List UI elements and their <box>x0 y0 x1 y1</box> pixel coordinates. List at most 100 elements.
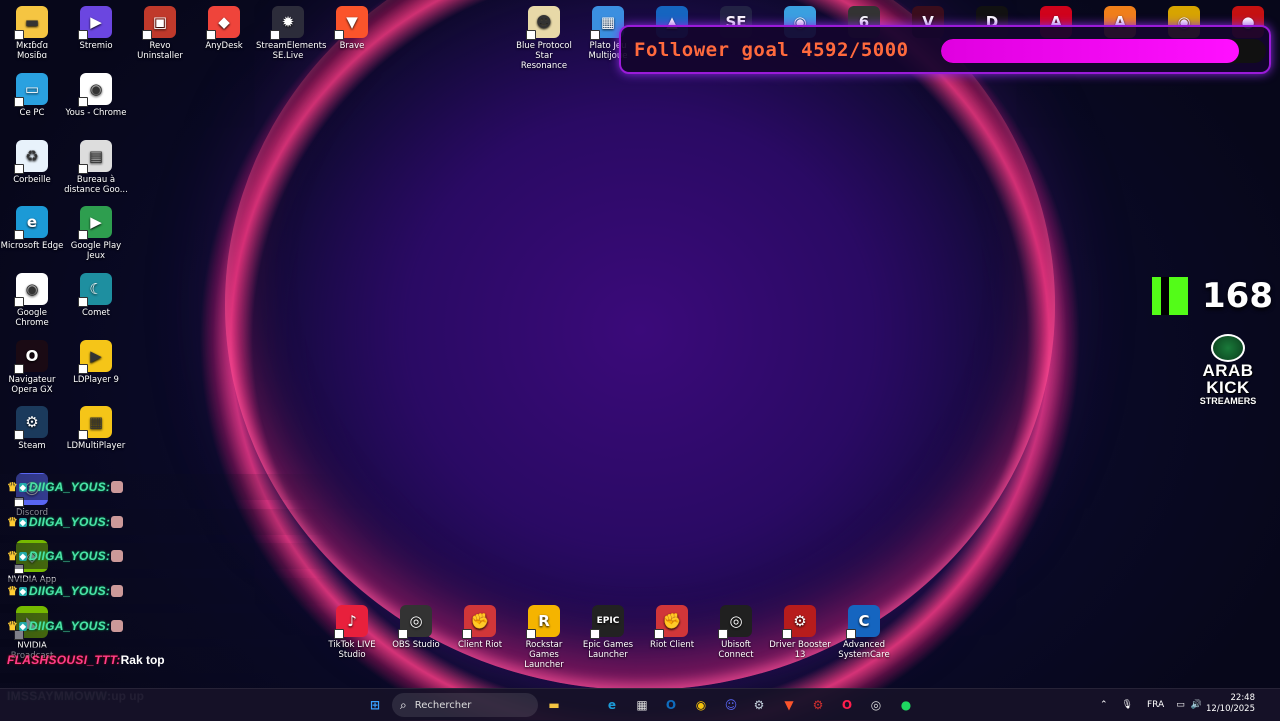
discord-icon[interactable]: ☺ <box>719 693 743 717</box>
chat-badge-icon: ◆ <box>18 482 27 492</box>
desktop-shortcut-label: Revo Uninstaller <box>137 41 183 61</box>
steam-icon[interactable]: ⚙ <box>747 693 771 717</box>
chat-message: ♛ ◆ DIIGA_YOUS: <box>7 515 124 529</box>
advanced-systemcare-icon: C <box>846 605 880 639</box>
chrome-icon: ◉ <box>14 273 48 307</box>
this-pc-icon: ▭ <box>14 73 48 107</box>
desktop-shortcut[interactable]: ▶ LDPlayer 9 <box>64 340 128 385</box>
taskbar-search-box[interactable]: ⌕ Rechercher <box>392 693 538 717</box>
desktop-shortcut-label: Riot Client <box>649 640 695 650</box>
chat-emote-icon <box>111 585 124 597</box>
desktop-shortcut-label: Mᴋɪɓɗɑ Mosiɓɑ <box>15 41 49 61</box>
tiktok-live-studio-icon: ♪ <box>334 605 368 639</box>
arab-kick-subtitle: STREAMERS <box>1199 396 1257 406</box>
arab-kick-title: ARAB KICK <box>1202 361 1254 397</box>
desktop-shortcut[interactable]: ◎ OBS Studio <box>384 605 448 650</box>
outlook-icon[interactable]: O <box>659 693 683 717</box>
follower-goal-widget: Follower goal 4592/5000 <box>619 25 1271 74</box>
taskbar-clock[interactable]: 22:48 12/10/2025 <box>1205 693 1255 715</box>
desktop-shortcut[interactable]: ⚙ Driver Booster 13 <box>768 605 832 660</box>
language-indicator[interactable]: FRA <box>1147 700 1164 710</box>
chrome-profile-icon: ◉ <box>78 73 112 107</box>
desktop-shortcut[interactable]: ✊ Riot Client <box>640 605 704 650</box>
desktop-shortcut[interactable]: ▬ Mᴋɪɓɗɑ Mosiɓɑ <box>0 6 64 61</box>
desktop-shortcut[interactable]: ⚙ Steam <box>0 406 64 451</box>
desktop-shortcut-label: AnyDesk <box>205 41 243 51</box>
desktop-shortcut-label: Driver Booster 13 <box>769 640 831 660</box>
volume-icon[interactable]: 🔊 <box>1191 700 1202 710</box>
desktop-shortcut[interactable]: ✊ Client Riot <box>448 605 512 650</box>
brave-icon: ▼ <box>334 6 368 40</box>
desktop-shortcut[interactable]: e Microsoft Edge <box>0 206 64 251</box>
crown-badge-icon: ♛ <box>7 584 18 598</box>
chat-emote-icon <box>111 481 124 493</box>
desktop-shortcut[interactable]: ◎ Ubisoft Connect <box>704 605 768 660</box>
chat-message: ♛ ◆ DIIGA_YOUS: <box>7 549 124 563</box>
kick-count: 168 <box>1202 276 1273 316</box>
desktop-shortcut[interactable]: ▭ Ce PC <box>0 73 64 118</box>
chat-emote-icon <box>111 516 124 528</box>
ldmultiplayer-icon: ▦ <box>78 406 112 440</box>
desktop-shortcut[interactable]: ▶ Google Play Jeux <box>64 206 128 261</box>
follower-goal-label: Follower goal 4592/5000 <box>634 38 909 61</box>
desktop-shortcut-label: Google Chrome <box>15 308 49 328</box>
desktop-shortcut[interactable]: ◆ AnyDesk <box>192 6 256 51</box>
desktop-shortcut-label: LDPlayer 9 <box>73 375 119 385</box>
chrome-icon[interactable]: ◉ <box>689 693 713 717</box>
rockstar-launcher-icon: R <box>526 605 560 639</box>
start-icon[interactable]: ⊞ <box>363 693 387 717</box>
desktop-shortcut[interactable]: ▶ Stremio <box>64 6 128 51</box>
desktop-shortcut[interactable]: ☾ Comet <box>64 273 128 318</box>
desktop-shortcut[interactable]: O Navigateur Opera GX <box>0 340 64 395</box>
desktop-shortcut[interactable]: ✹ StreamElements SE.Live <box>256 6 326 61</box>
desktop-shortcut[interactable]: C Advanced SystemCare <box>832 605 896 660</box>
store-icon[interactable]: ▦ <box>630 693 654 717</box>
search-placeholder: Rechercher <box>414 699 472 711</box>
chat-badge-icon: ◆ <box>18 586 27 596</box>
desktop-shortcut-label: Epic Games Launcher <box>582 640 634 660</box>
desktop-shortcut[interactable]: R Rockstar Games Launcher <box>512 605 576 670</box>
desktop-shortcut[interactable]: ▤ Bureau à distance Goo... <box>64 140 128 195</box>
microphone-icon[interactable]: 🎙 <box>1122 700 1133 710</box>
recycle-bin-icon: ♻ <box>14 140 48 174</box>
chat-message: ♛ ◆ DIIGA_YOUS: <box>7 619 124 633</box>
chat-text: Rak top <box>120 653 165 667</box>
desktop-shortcut-label: Navigateur Opera GX <box>8 375 56 395</box>
desktop-shortcut[interactable]: ▣ Revo Uninstaller <box>128 6 192 61</box>
opera-gx-icon[interactable]: O <box>835 693 859 717</box>
folder-icon: ▬ <box>14 6 48 40</box>
desktop-shortcut[interactable]: ◉ Yous - Chrome <box>64 73 128 118</box>
chat-username: DIIGA_YOUS: <box>28 480 111 494</box>
chat-username: DIIGA_YOUS: <box>28 619 111 633</box>
desktop-shortcut-label: Advanced SystemCare <box>838 640 890 660</box>
file-explorer-icon[interactable]: ▬ <box>542 693 566 717</box>
desktop-shortcut[interactable]: ◉ Google Chrome <box>0 273 64 328</box>
follower-goal-fill <box>941 39 1240 63</box>
brave-icon[interactable]: ▼ <box>777 693 801 717</box>
riot-client-2-icon: ✊ <box>654 605 688 639</box>
desktop-shortcut-label: LDMultiPlayer <box>66 441 126 451</box>
desktop-shortcut[interactable]: ♻ Corbeille <box>0 140 64 185</box>
crown-badge-icon: ♛ <box>7 549 18 563</box>
desktop-shortcut-label: Ce PC <box>19 108 45 118</box>
desktop-shortcut-label: Ubisoft Connect <box>718 640 754 660</box>
network-icon[interactable]: ▭ <box>1176 700 1185 710</box>
spotify-icon[interactable]: ● <box>894 693 918 717</box>
blue-protocol-icon: ☻ <box>526 6 560 40</box>
desktop-shortcut[interactable]: ☻ Blue Protocol Star Resonance <box>512 6 576 71</box>
edge-icon: e <box>14 206 48 240</box>
desktop-shortcut[interactable]: ▼ Brave <box>320 6 384 51</box>
chat-emote-icon <box>111 550 124 562</box>
obs-icon[interactable]: ◎ <box>864 693 888 717</box>
anydesk-icon: ◆ <box>206 6 240 40</box>
show-hidden-icons-icon[interactable]: ⌃ <box>1100 700 1108 710</box>
edge-icon[interactable]: e <box>600 693 624 717</box>
desktop-shortcut-label: Steam <box>18 441 46 451</box>
desktop-shortcut[interactable]: ▦ LDMultiPlayer <box>64 406 128 451</box>
stremio-icon: ▶ <box>78 6 112 40</box>
gear-red-icon[interactable]: ⚙ <box>806 693 830 717</box>
driver-booster-icon: ⚙ <box>782 605 816 639</box>
chat-username: DIIGA_YOUS: <box>28 515 111 529</box>
desktop-shortcut[interactable]: EPIC Epic Games Launcher <box>576 605 640 660</box>
taskbar: ⌕ Rechercher ⊞ ▬ e ▦ O ◉ ☺ ⚙ ▼ ⚙ O ◎ ● ⌃ 🎙 FRA ▭ 🔊 2… <box>0 688 1280 721</box>
